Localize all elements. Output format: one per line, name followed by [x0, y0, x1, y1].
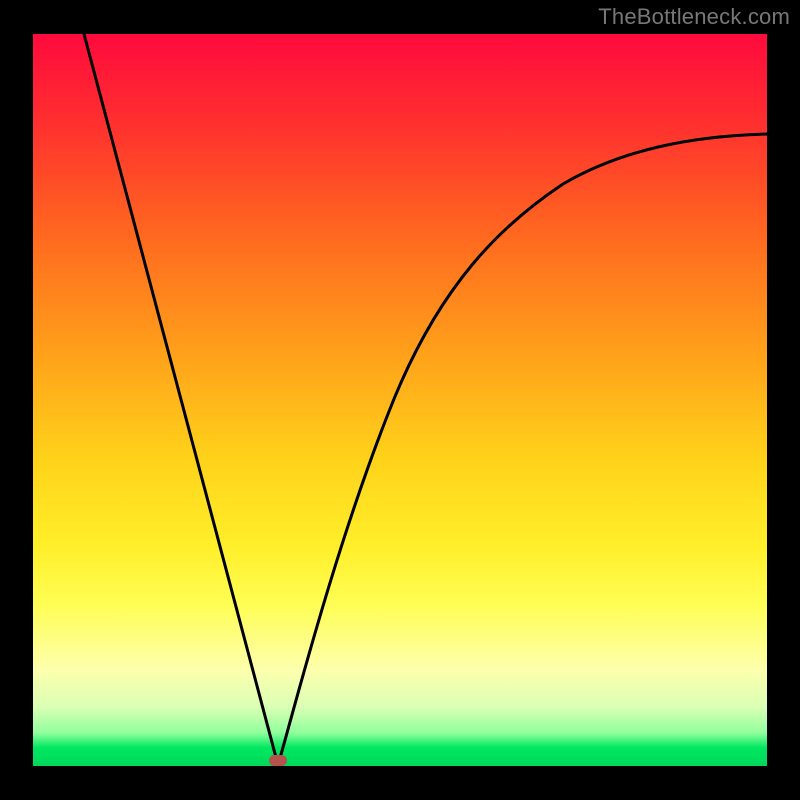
bottleneck-curve [33, 34, 767, 766]
watermark-label: TheBottleneck.com [598, 4, 790, 30]
chart-frame: TheBottleneck.com [0, 0, 800, 800]
plot-area [33, 34, 767, 766]
minimum-marker [269, 755, 287, 766]
curve-path [84, 34, 767, 765]
